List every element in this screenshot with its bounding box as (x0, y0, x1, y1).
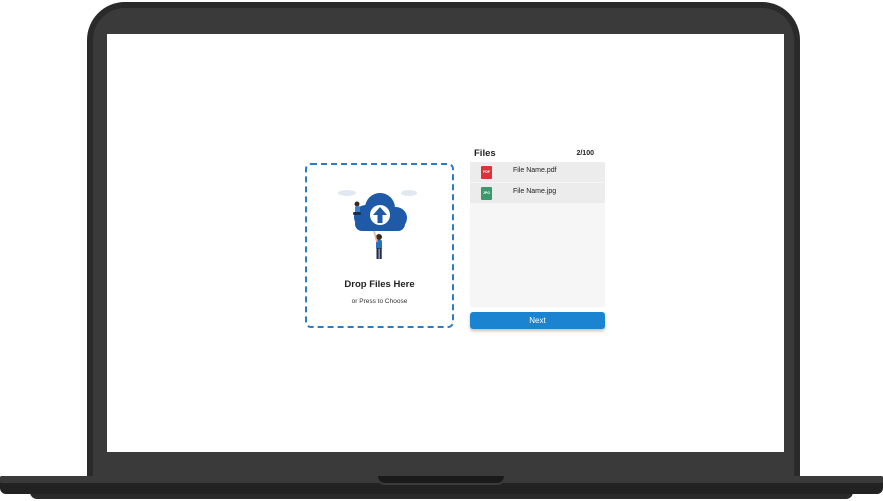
drop-zone-title: Drop Files Here (344, 279, 415, 290)
laptop-notch (376, 476, 506, 485)
files-list: PDF File Name.pdf JPG File Name.jpg (470, 162, 605, 307)
list-item[interactable]: JPG File Name.jpg (470, 183, 605, 203)
list-item[interactable]: PDF File Name.pdf (470, 162, 605, 182)
pdf-file-icon: PDF (481, 166, 492, 179)
jpg-file-icon: JPG (481, 187, 492, 200)
files-title: Files (474, 148, 496, 159)
file-name: File Name.pdf (513, 167, 557, 174)
drop-zone-subtitle: or Press to Choose (351, 298, 408, 305)
next-button[interactable]: Next (470, 312, 605, 329)
files-count: 2/100 (576, 150, 594, 157)
file-drop-zone[interactable]: Drop Files Here or Press to Choose (305, 163, 454, 328)
cloud-upload-person-icon (338, 190, 417, 259)
file-name: File Name.jpg (513, 188, 557, 195)
files-header: Files 2/100 (474, 148, 594, 162)
